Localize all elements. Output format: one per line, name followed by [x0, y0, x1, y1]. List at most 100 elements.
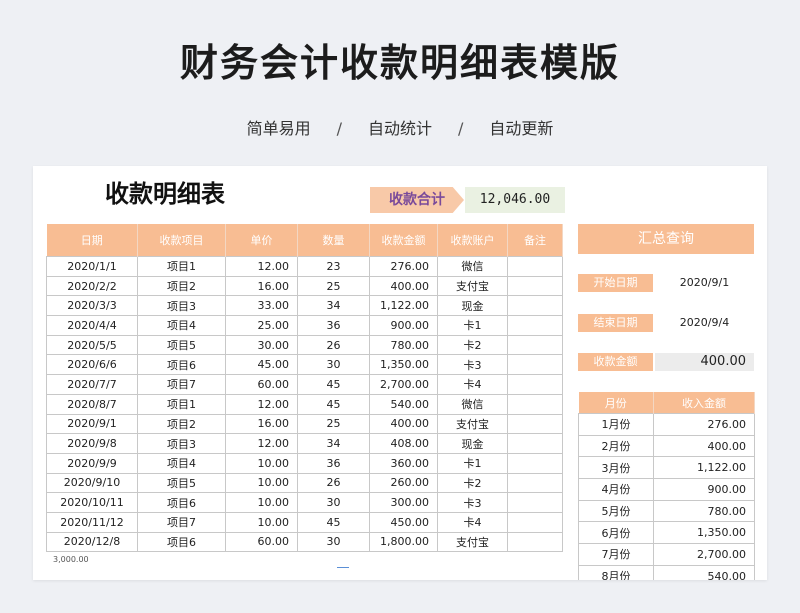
income-cell[interactable]: 780.00: [653, 499, 755, 523]
table-cell[interactable]: 34: [297, 433, 370, 454]
table-cell[interactable]: 12.00: [225, 393, 298, 415]
col-header-note[interactable]: 备注: [507, 224, 563, 257]
income-cell[interactable]: 1,350.00: [653, 521, 755, 545]
table-cell[interactable]: [507, 354, 563, 376]
table-cell[interactable]: 项目6: [137, 531, 226, 553]
table-cell[interactable]: [507, 433, 563, 454]
table-cell[interactable]: 项目2: [137, 275, 226, 297]
col-header-income[interactable]: 收入金额: [653, 392, 755, 414]
table-cell[interactable]: 2020/1/1: [46, 256, 138, 277]
col-header-account[interactable]: 收款账户: [437, 224, 508, 257]
table-cell[interactable]: 卡3: [437, 354, 508, 376]
table-cell[interactable]: [507, 374, 563, 395]
table-cell[interactable]: 408.00: [369, 433, 438, 454]
table-cell[interactable]: 卡3: [437, 492, 508, 513]
table-cell[interactable]: [507, 256, 563, 277]
table-cell[interactable]: 2020/9/8: [46, 433, 138, 454]
table-cell[interactable]: [507, 472, 563, 494]
table-cell[interactable]: 900.00: [369, 315, 438, 336]
col-header-date[interactable]: 日期: [46, 224, 138, 257]
table-cell[interactable]: 16.00: [225, 413, 298, 435]
table-cell[interactable]: 45: [297, 393, 370, 415]
table-cell[interactable]: 支付宝: [437, 275, 508, 297]
table-cell[interactable]: 60.00: [225, 531, 298, 553]
table-cell[interactable]: 卡1: [437, 452, 508, 474]
table-cell[interactable]: 项目5: [137, 334, 226, 356]
table-cell[interactable]: 26: [297, 472, 370, 494]
table-cell[interactable]: 2020/5/5: [46, 334, 138, 356]
income-cell[interactable]: 276.00: [653, 413, 755, 436]
table-cell[interactable]: [507, 393, 563, 415]
table-cell[interactable]: [507, 275, 563, 297]
table-cell[interactable]: 2020/3/3: [46, 295, 138, 317]
month-cell[interactable]: 4月份: [578, 478, 654, 501]
table-cell[interactable]: 卡1: [437, 315, 508, 336]
table-cell[interactable]: [507, 492, 563, 513]
table-cell[interactable]: 30: [297, 531, 370, 553]
table-cell[interactable]: 项目4: [137, 315, 226, 336]
table-cell[interactable]: 2020/9/9: [46, 452, 138, 474]
table-cell[interactable]: 540.00: [369, 393, 438, 415]
table-cell[interactable]: 1,800.00: [369, 531, 438, 553]
table-cell[interactable]: 36: [297, 452, 370, 474]
month-cell[interactable]: 2月份: [578, 434, 654, 458]
table-cell[interactable]: 780.00: [369, 334, 438, 356]
table-cell[interactable]: 30: [297, 492, 370, 513]
table-cell[interactable]: 2020/2/2: [46, 275, 138, 297]
table-cell[interactable]: 16.00: [225, 275, 298, 297]
table-cell[interactable]: 卡2: [437, 334, 508, 356]
table-cell[interactable]: 450.00: [369, 511, 438, 533]
table-cell[interactable]: 36: [297, 315, 370, 336]
table-cell[interactable]: 项目7: [137, 374, 226, 395]
table-cell[interactable]: 2020/12/8: [46, 531, 138, 553]
table-cell[interactable]: [507, 452, 563, 474]
table-cell[interactable]: 23: [297, 256, 370, 277]
table-cell[interactable]: 项目5: [137, 472, 226, 494]
table-cell[interactable]: 项目2: [137, 413, 226, 435]
table-cell[interactable]: 25.00: [225, 315, 298, 336]
income-cell[interactable]: 2,700.00: [653, 543, 755, 566]
col-header-qty[interactable]: 数量: [297, 224, 370, 257]
table-cell[interactable]: 2020/6/6: [46, 354, 138, 376]
month-cell[interactable]: 5月份: [578, 499, 654, 523]
table-cell[interactable]: 项目7: [137, 511, 226, 533]
amount-value[interactable]: 400.00: [655, 353, 754, 371]
table-cell[interactable]: [507, 511, 563, 533]
table-cell[interactable]: 项目1: [137, 393, 226, 415]
income-cell[interactable]: 540.00: [653, 564, 755, 580]
col-header-amount[interactable]: 收款金额: [369, 224, 438, 257]
table-cell[interactable]: 276.00: [369, 256, 438, 277]
col-header-month[interactable]: 月份: [578, 392, 654, 414]
table-cell[interactable]: 34: [297, 295, 370, 317]
table-cell[interactable]: 项目6: [137, 354, 226, 376]
table-cell[interactable]: 支付宝: [437, 531, 508, 553]
table-cell[interactable]: 微信: [437, 393, 508, 415]
income-cell[interactable]: 900.00: [653, 478, 755, 501]
table-cell[interactable]: 25: [297, 413, 370, 435]
table-cell[interactable]: 60.00: [225, 374, 298, 395]
table-cell[interactable]: 项目1: [137, 256, 226, 277]
table-cell[interactable]: 45.00: [225, 354, 298, 376]
end-date-field[interactable]: 2020/9/4: [655, 314, 754, 332]
table-cell[interactable]: 项目3: [137, 433, 226, 454]
table-cell[interactable]: 10.00: [225, 511, 298, 533]
table-cell[interactable]: 12.00: [225, 433, 298, 454]
table-cell[interactable]: 2020/11/12: [46, 511, 138, 533]
table-cell[interactable]: [507, 334, 563, 356]
table-cell[interactable]: [507, 413, 563, 435]
table-cell[interactable]: 10.00: [225, 452, 298, 474]
col-header-price[interactable]: 单价: [225, 224, 298, 257]
total-value[interactable]: 12,046.00: [465, 187, 565, 213]
income-cell[interactable]: 400.00: [653, 434, 755, 458]
table-cell[interactable]: [507, 531, 563, 553]
table-cell[interactable]: 45: [297, 511, 370, 533]
start-date-field[interactable]: 2020/9/1: [655, 274, 754, 292]
table-cell[interactable]: 400.00: [369, 275, 438, 297]
table-cell[interactable]: 26: [297, 334, 370, 356]
table-cell[interactable]: 卡4: [437, 374, 508, 395]
table-cell[interactable]: 现金: [437, 295, 508, 317]
income-cell[interactable]: 1,122.00: [653, 456, 755, 480]
table-cell[interactable]: [507, 315, 563, 336]
table-cell[interactable]: 2020/10/11: [46, 492, 138, 513]
table-cell[interactable]: 12.00: [225, 256, 298, 277]
